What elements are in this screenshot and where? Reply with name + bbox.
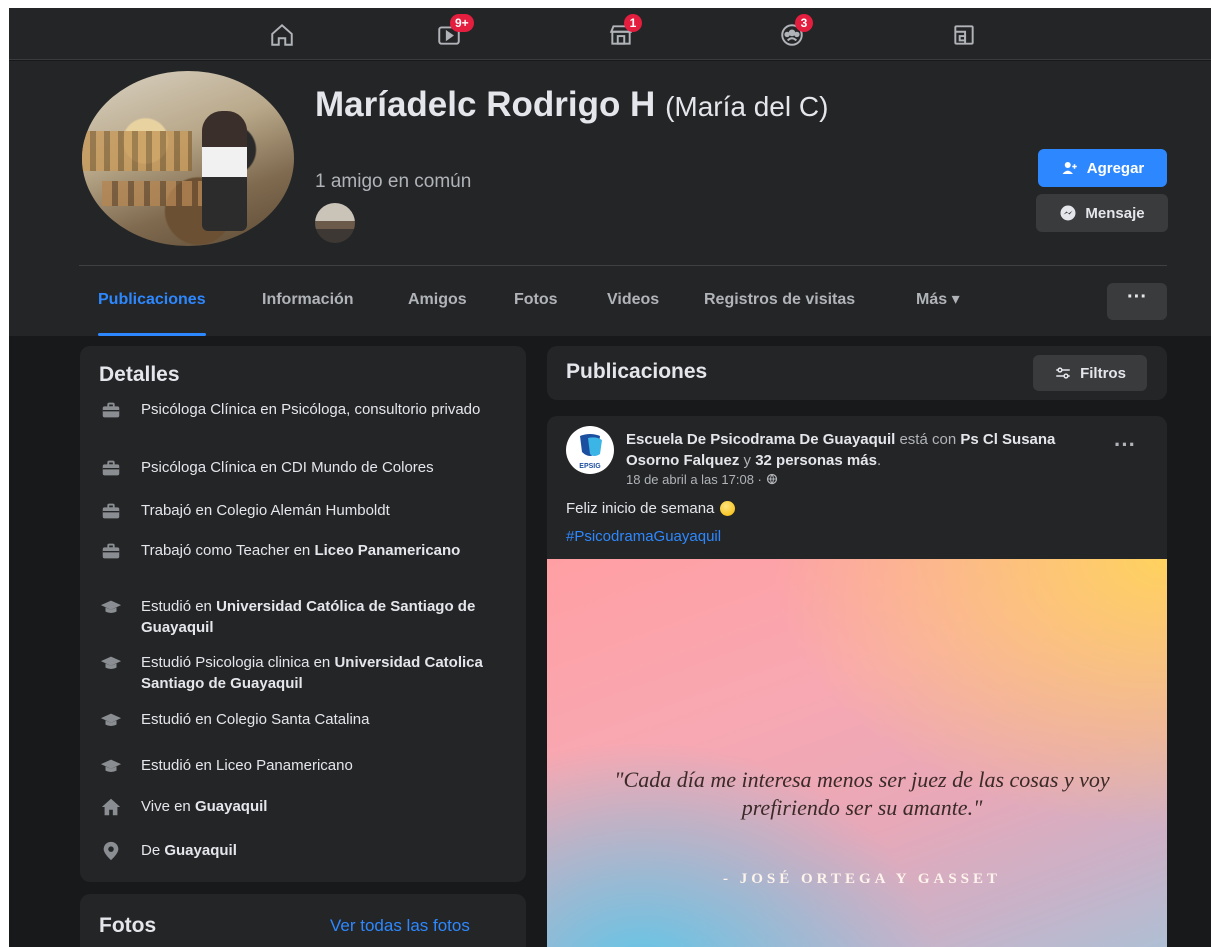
groups-icon[interactable]: 3 [777, 14, 813, 50]
city-link[interactable]: Guayaquil [164, 842, 237, 859]
photos-title: Fotos [99, 914, 157, 937]
graduation-cap-icon [99, 595, 123, 619]
post-author-name[interactable]: Escuela De Psicodrama De Guayaquil [626, 431, 895, 448]
top-navigation-bar: 9+ 1 3 [9, 8, 1211, 60]
detail-text: Estudió en Liceo Panamericano [141, 757, 353, 774]
tab-registros-de-visitas[interactable]: Registros de visitas [704, 266, 855, 334]
city-link[interactable]: Guayaquil [195, 798, 268, 815]
detail-text: Estudió Psicologia clinica en Universida… [141, 654, 483, 692]
tab-fotos[interactable]: Fotos [514, 266, 558, 334]
post-image-quote: "Cada día me interesa menos ser juez de … [614, 767, 1110, 820]
profile-header: Maríadelc Rodrigo H (María del C) 1 amig… [9, 61, 1211, 336]
marketplace-badge: 1 [624, 14, 642, 32]
profile-tabs: Publicaciones Información Amigos Fotos V… [79, 266, 1167, 336]
detail-row-from: De Guayaquil [99, 840, 509, 863]
add-friend-icon [1062, 162, 1077, 174]
watch-video-icon[interactable]: 9+ [434, 14, 474, 50]
filter-sliders-icon [1056, 367, 1070, 379]
tab-publicaciones[interactable]: Publicaciones [98, 266, 206, 336]
profile-alternate-name: (María del C) [665, 91, 829, 122]
graduation-cap-icon [99, 651, 123, 675]
profile-name: Maríadelc Rodrigo H (María del C) [315, 83, 875, 129]
tagged-others-link[interactable]: 32 personas más [755, 452, 877, 469]
detail-row-education: Estudió Psicologia clinica en Universida… [99, 652, 509, 694]
photos-card: Fotos Ver todas las fotos [80, 894, 526, 947]
detail-text: Psicóloga Clínica en Psicóloga, consulto… [141, 401, 481, 418]
detail-row-work: Trabajó en Colegio Alemán Humboldt [99, 500, 509, 523]
emoji-icon [720, 501, 736, 516]
tab-amigos[interactable]: Amigos [408, 266, 467, 334]
groups-badge: 3 [795, 14, 813, 32]
message-button[interactable]: Mensaje [1036, 194, 1168, 232]
post-timestamp[interactable]: 18 de abril a las 17:08 · [626, 472, 778, 487]
post-text: Feliz inicio de semana [566, 500, 736, 517]
gaming-icon[interactable] [949, 20, 979, 50]
filters-label: Filtros [1080, 364, 1126, 382]
posts-header-card: Publicaciones Filtros [547, 346, 1167, 400]
globe-icon [766, 473, 777, 485]
details-card: Detalles Psicóloga Clínica en Psicóloga,… [80, 346, 526, 882]
post-image-quote-author: - JOSÉ ORTEGA Y GASSET [722, 871, 1002, 887]
post-hashtag-link[interactable]: #PsicodramaGuayaquil [566, 528, 721, 545]
more-options-button[interactable]: ··· [1107, 283, 1167, 320]
tab-informacion[interactable]: Información [262, 266, 354, 334]
mutual-friends-text[interactable]: 1 amigo en común [315, 171, 471, 193]
detail-row-work: Psicóloga Clínica en CDI Mundo de Colore… [99, 457, 509, 480]
detail-row-lives-in: Vive en Guayaquil [99, 796, 509, 819]
detail-text: Estudió en Universidad Católica de Santi… [141, 598, 476, 636]
briefcase-icon [99, 456, 123, 480]
briefcase-icon [99, 539, 123, 563]
messenger-icon [1060, 205, 1076, 221]
mutual-friend-avatar[interactable] [315, 203, 355, 243]
post-options-button[interactable]: ··· [1114, 432, 1136, 458]
posts-title: Publicaciones [566, 360, 708, 383]
briefcase-icon [99, 398, 123, 422]
detail-row-education: Estudió en Colegio Santa Catalina [99, 709, 509, 732]
details-title: Detalles [99, 363, 180, 386]
profile-name-primary: Maríadelc Rodrigo H [315, 85, 656, 124]
location-pin-icon [99, 839, 123, 863]
tab-videos[interactable]: Videos [607, 266, 659, 334]
add-friend-label: Agregar [1086, 159, 1145, 177]
detail-text: De Guayaquil [141, 842, 237, 859]
filters-button[interactable]: Filtros [1033, 355, 1147, 391]
marketplace-store-icon[interactable]: 1 [606, 14, 642, 50]
post-card: EPSIG Escuela De Psicodrama De Guayaquil… [547, 416, 1167, 947]
detail-text: Trabajó como Teacher en Liceo Panamerica… [141, 542, 461, 559]
see-all-photos-link[interactable]: Ver todas las fotos [330, 916, 470, 936]
detail-row-education: Estudió en Liceo Panamericano [99, 755, 509, 778]
post-author-avatar[interactable]: EPSIG [566, 426, 614, 474]
tab-mas-dropdown[interactable]: Más ▾ [916, 266, 960, 334]
home-icon[interactable] [267, 20, 297, 50]
graduation-cap-icon [99, 754, 123, 778]
message-label: Mensaje [1085, 204, 1145, 222]
profile-avatar[interactable] [82, 71, 294, 246]
detail-text: Psicóloga Clínica en CDI Mundo de Colore… [141, 459, 434, 476]
post-author-line: Escuela De Psicodrama De Guayaquil está … [626, 431, 1056, 469]
detail-row-work: Psicóloga Clínica en Psicóloga, consulto… [99, 399, 509, 422]
add-friend-button[interactable]: Agregar [1038, 149, 1167, 187]
watch-badge: 9+ [450, 14, 474, 32]
graduation-cap-icon [99, 708, 123, 732]
detail-text: Vive en Guayaquil [141, 798, 268, 815]
detail-text: Trabajó en Colegio Alemán Humboldt [141, 502, 390, 519]
detail-row-work: Trabajó como Teacher en Liceo Panamerica… [99, 540, 509, 563]
workplace-link[interactable]: Liceo Panamericano [314, 542, 460, 559]
home-icon [99, 795, 123, 819]
briefcase-icon [99, 499, 123, 523]
post-image[interactable]: "Cada día me interesa menos ser juez de … [547, 559, 1167, 947]
post-author-avatar-logo-text: EPSIG [579, 463, 601, 470]
detail-row-education: Estudió en Universidad Católica de Santi… [99, 596, 509, 638]
detail-text: Estudió en Colegio Santa Catalina [141, 711, 370, 728]
facebook-profile-page: 9+ 1 3 Maríadelc Rodrigo H (María del C)… [9, 8, 1211, 947]
